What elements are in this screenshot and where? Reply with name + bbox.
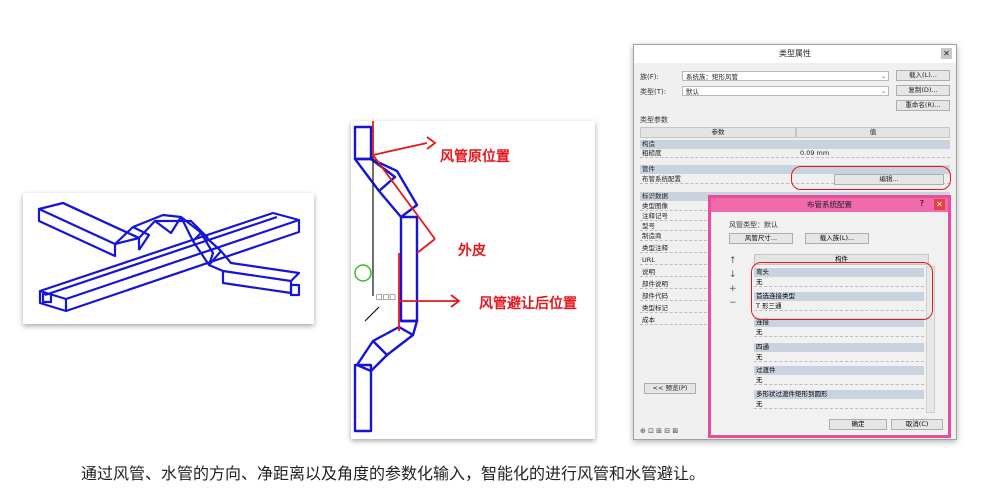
ok-button[interactable]: 确定 (829, 419, 887, 430)
identity-row: 成本 (640, 316, 712, 325)
sub-close-icon[interactable]: ✕ (934, 199, 945, 210)
cancel-button[interactable]: 取消(C) (891, 419, 943, 430)
routing-preferences-dialog: 布管系统配置 ✕ ? 风管类型：默认 风管尺寸... 载入族(L)... ↑ ↓… (708, 195, 951, 438)
group-cross-value[interactable]: 无 (754, 353, 924, 362)
close-icon[interactable]: ✕ (941, 48, 952, 59)
duct-plan-drawing (353, 121, 461, 433)
chevron-down-icon: ⌄ (880, 73, 886, 80)
status-icons: ⊕ ⊡ ⊞ ⊟ ⊠ (640, 427, 679, 435)
move-up-icon[interactable]: ↑ (729, 254, 741, 268)
preview-button[interactable]: << 预览(P) (644, 383, 696, 394)
load-button[interactable]: 载入(L)... (896, 70, 950, 81)
group-transition-value[interactable]: 无 (754, 376, 924, 385)
row-roughness: 粗糙度 0.09 mm (640, 149, 950, 158)
col-param-header: 参数 (640, 127, 796, 138)
identity-row: 部件说明 (640, 280, 712, 289)
outer-skin-label: 外皮 (458, 243, 486, 259)
move-down-icon[interactable]: ↓ (729, 268, 741, 282)
identity-row: 制造商 (640, 232, 712, 241)
routing-highlight (791, 166, 951, 190)
rename-button[interactable]: 重命名(R)... (896, 100, 950, 111)
load-family-button[interactable]: 载入族(L)... (805, 233, 869, 244)
junction-highlight (751, 262, 933, 320)
selection-point (354, 264, 372, 282)
identity-row: 说明 (640, 268, 712, 277)
caption: 通过风管、水管的方向、净距离以及角度的参数化输入，智能化的进行风管和水管避让。 (81, 464, 706, 483)
group-construction[interactable]: 构造 (640, 140, 950, 149)
group-cross: 四通 (754, 343, 924, 352)
family-label: 族(F): (640, 73, 659, 81)
identity-row: 类型注释 (640, 244, 712, 253)
row-roughness-value[interactable]: 0.09 mm (800, 149, 829, 158)
group-multishape: 多形状过渡件矩形到圆形 (754, 390, 924, 399)
identity-row: 类型标记 (640, 304, 712, 313)
identity-row: 型号 (640, 222, 712, 231)
duct-3d-drawing (37, 201, 301, 313)
chevron-down-icon: ⌄ (880, 88, 886, 95)
row-roughness-label: 粗糙度 (642, 149, 662, 157)
duct-3d-view (23, 193, 314, 324)
add-row-icon[interactable]: + (729, 282, 741, 296)
identity-row: 类型图像 (640, 202, 712, 211)
group-multishape-value[interactable]: 无 (754, 400, 924, 409)
avoided-position-label: 风管避让后位置 (479, 296, 577, 312)
identity-row: 注释记号 (640, 212, 712, 221)
type-select[interactable]: 默认 ⌄ (682, 86, 889, 96)
remove-row-icon[interactable]: − (729, 296, 741, 310)
duct-plan-view: □□□ (351, 121, 595, 439)
row-routing-label: 布管系统配置 (642, 175, 681, 183)
original-position-label: 风管原位置 (440, 149, 510, 165)
family-select[interactable]: 系统族：矩形风管 ⌄ (682, 71, 889, 81)
duplicate-button[interactable]: 复制(D)... (896, 85, 950, 96)
type-value: 默认 (686, 88, 699, 96)
identity-row: 部件代码 (640, 292, 712, 301)
help-icon[interactable]: ? (920, 199, 924, 208)
type-label: 类型(T): (640, 88, 667, 96)
side-toolbar: ↑ ↓ + − (729, 254, 741, 310)
duct-size-button[interactable]: 风管尺寸... (729, 233, 793, 244)
dialog-title: 类型属性 (634, 45, 956, 63)
group-transition: 过渡件 (754, 366, 924, 375)
dim-text: □□□ (376, 293, 396, 301)
type-params-label: 类型参数 (640, 116, 668, 124)
sub-dialog-title: 布管系统配置 (711, 198, 948, 212)
identity-row: URL (640, 256, 712, 265)
group-junction-value[interactable]: 无 (754, 328, 924, 337)
family-value: 系统族：矩形风管 (686, 73, 738, 81)
col-value-header: 值 (796, 127, 950, 138)
segments-label: 风管类型：默认 (729, 221, 778, 229)
